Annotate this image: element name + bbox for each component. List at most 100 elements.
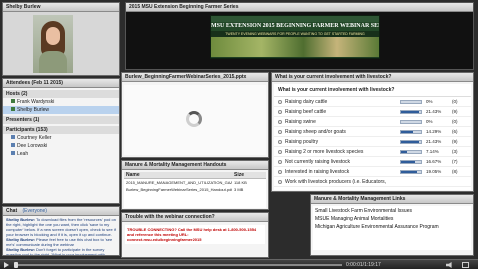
hosts-group[interactable]: Hosts (2) xyxy=(3,90,119,98)
poll-option-label: Raising 2 or more livestock species xyxy=(285,149,364,155)
poll-count: (0) xyxy=(452,99,458,104)
link-item[interactable]: Small Livestock Farm Environmental Issue… xyxy=(315,207,469,215)
poll-radio[interactable] xyxy=(278,179,282,184)
link-item[interactable]: MSUE Managing Animal Mortalities xyxy=(315,215,469,223)
poll-count: (9) xyxy=(452,109,458,114)
chat-scope[interactable]: (Everyone) xyxy=(23,208,47,214)
poll-option-label: Raising sheep and/or goats xyxy=(285,129,346,135)
poll-option[interactable]: Raising swine 0% (0) xyxy=(274,117,471,127)
presenter-body xyxy=(39,51,67,73)
poll-options: Raising dairy cattle 0% (0) Raising beef ca… xyxy=(274,97,471,187)
presenter-video xyxy=(33,15,73,73)
poll-count: (3) xyxy=(452,149,458,154)
poll-option-label: Work with livestock producers (i.e. Educ… xyxy=(285,179,387,185)
poll-option[interactable]: Raising 2 or more livestock species 7.14%… xyxy=(274,147,471,157)
share-title: 2015 MSU Extension Beginning Farmer Seri… xyxy=(126,3,473,12)
pptx-pod: Burlew_BeginningFarmerWebinarSeries_2015… xyxy=(121,72,269,158)
host-item[interactable]: Shelby Burlew xyxy=(3,106,119,114)
timeline-slider[interactable] xyxy=(14,262,342,268)
participants-label: Participants (153) xyxy=(6,127,48,133)
poll-option-label: Interested in raising livestock xyxy=(285,169,350,175)
file-name: Burlew_BeginningFarmerWebinarSeries_2015… xyxy=(126,187,232,192)
poll-radio[interactable] xyxy=(278,149,282,154)
chat-pod: Chat (Everyone) Shelby Burlew: To downlo… xyxy=(2,206,120,256)
user-icon xyxy=(11,107,15,111)
poll-bar xyxy=(400,100,422,104)
poll-bar xyxy=(400,120,422,124)
handouts-title: Manure & Mortality Management Handouts xyxy=(122,161,268,170)
poll-bar xyxy=(400,150,422,154)
player-time: 0:00:01/1:19:17 xyxy=(346,262,381,268)
poll-radio[interactable] xyxy=(278,129,282,134)
links-title: Manure & Mortality Management Links xyxy=(311,195,473,204)
loading-spinner-icon xyxy=(186,111,202,127)
presenters-group[interactable]: Presenters (1) xyxy=(3,116,119,124)
chat-message: Shelby Burlew: Please feel free to use t… xyxy=(6,237,116,247)
poll-bar xyxy=(400,170,422,174)
poll-percent: 19.05% xyxy=(426,169,442,174)
poll-option[interactable]: Work with livestock producers (i.e. Educ… xyxy=(274,177,471,187)
poll-radio[interactable] xyxy=(278,99,282,104)
poll-radio[interactable] xyxy=(278,169,282,174)
poll-percent: 21.43% xyxy=(426,139,442,144)
participant-item[interactable]: Leah xyxy=(3,150,119,158)
poll-option[interactable]: Not currently raising livestock 16.67% (7) xyxy=(274,157,471,167)
host-name: Frank Wardynski xyxy=(17,99,55,105)
volume-icon[interactable] xyxy=(446,262,452,268)
poll-option[interactable]: Raising sheep and/or goats 14.29% (6) xyxy=(274,127,471,137)
poll-count: (0) xyxy=(452,119,458,124)
participant-name: Leah xyxy=(17,151,29,157)
handouts-header: Name Size xyxy=(124,172,266,179)
play-icon[interactable] xyxy=(4,262,9,268)
poll-count: (9) xyxy=(452,139,458,144)
poll-bar-fill xyxy=(401,111,419,113)
poll-radio[interactable] xyxy=(278,119,282,124)
share-pod: 2015 MSU Extension Beginning Farmer Seri… xyxy=(125,2,474,70)
link-item[interactable]: Michigan Agriculture Environmental Assur… xyxy=(315,223,469,231)
poll-option[interactable]: Raising beef cattle 21.43% (9) xyxy=(274,107,471,117)
poll-radio[interactable] xyxy=(278,109,282,114)
poll-option[interactable]: Raising dairy cattle 0% (0) xyxy=(274,97,471,107)
file-row[interactable]: 2015_MANURE_MANAGEMENT_AND_UTILIZATION_G… xyxy=(124,179,266,186)
poll-percent: 21.43% xyxy=(426,109,442,114)
participant-item[interactable]: Courtney Keller xyxy=(3,134,119,142)
timeline-handle[interactable] xyxy=(14,262,18,268)
participants-group[interactable]: Participants (153) xyxy=(3,126,119,134)
poll-bar xyxy=(400,140,422,144)
poll-radio[interactable] xyxy=(278,139,282,144)
file-size: 3 MB xyxy=(234,187,244,192)
poll-question: What is your current involvement with li… xyxy=(274,84,471,97)
pptx-title: Burlew_BeginningFarmerWebinarSeries_2015… xyxy=(122,73,268,82)
poll-pod: What is your current involvement with li… xyxy=(271,72,474,192)
poll-percent: 14.29% xyxy=(426,129,442,134)
participant-item[interactable]: Dee Lorowski xyxy=(3,142,119,150)
poll-option[interactable]: Raising poultry 21.43% (9) xyxy=(274,137,471,147)
links-pod: Manure & Mortality Management Links Smal… xyxy=(310,194,474,256)
links-list: Small Livestock Farm Environmental Issue… xyxy=(313,206,471,250)
poll-bar xyxy=(400,160,422,164)
poll-count: (7) xyxy=(452,159,458,164)
user-icon xyxy=(11,135,15,139)
trouble-pod: Trouble with the webinar connection? TRO… xyxy=(121,212,269,258)
file-name: 2015_MANURE_MANAGEMENT_AND_UTILIZATION_G… xyxy=(126,180,232,185)
poll-bar xyxy=(400,130,422,134)
host-item[interactable]: Frank Wardynski xyxy=(3,98,119,106)
video-pod: Shelby Burlew xyxy=(2,2,120,76)
poll-count: (8) xyxy=(452,169,458,174)
poll-percent: 0% xyxy=(426,119,433,124)
hosts-label: Hosts (2) xyxy=(6,91,28,97)
handouts-pod: Manure & Mortality Management Handouts N… xyxy=(121,160,269,210)
file-size: 118 KB xyxy=(234,180,247,185)
handouts-table: Name Size 2015_MANURE_MANAGEMENT_AND_UTI… xyxy=(124,172,266,208)
user-icon xyxy=(11,99,15,103)
poll-option[interactable]: Interested in raising livestock 19.05% (8) xyxy=(274,167,471,177)
video-pod-title: Shelby Burlew xyxy=(3,3,119,12)
fullscreen-icon[interactable] xyxy=(462,262,469,268)
file-row[interactable]: Burlew_BeginningFarmerWebinarSeries_2015… xyxy=(124,186,266,193)
poll-option-label: Raising beef cattle xyxy=(285,109,327,115)
banner-photo-strip xyxy=(211,37,379,57)
poll-bar xyxy=(400,110,422,114)
chat-title: Chat (Everyone) xyxy=(3,207,119,216)
poll-radio[interactable] xyxy=(278,159,282,164)
player-bar: 0:00:01/1:19:17 xyxy=(0,259,478,269)
